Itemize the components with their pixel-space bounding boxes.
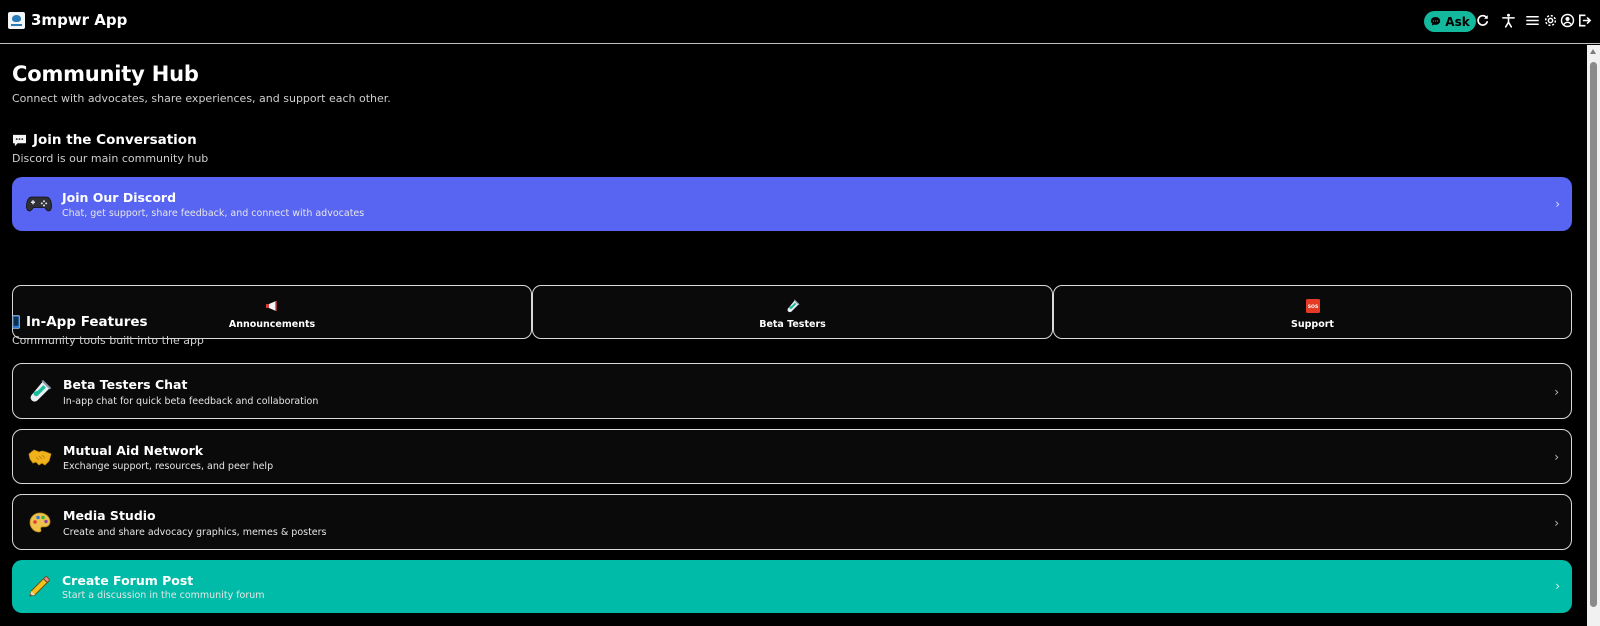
ask-button[interactable]: Ask xyxy=(1424,11,1476,32)
discord-card-description: Chat, get support, share feedback, and c… xyxy=(62,208,365,219)
feature-card-description: Create and share advocacy graphics, meme… xyxy=(63,527,327,538)
accessibility-icon[interactable] xyxy=(1500,12,1516,28)
top-bar: 3mpwr App Ask xyxy=(0,0,1600,44)
megaphone-icon xyxy=(264,299,280,313)
sos-icon: SOS xyxy=(1305,299,1321,313)
scroll-up-arrow-icon[interactable] xyxy=(1590,49,1596,54)
scrollbar[interactable] xyxy=(1587,45,1600,626)
channel-label: Beta Testers xyxy=(759,319,826,330)
features-section-title: In-App Features xyxy=(12,314,148,330)
feature-card-title: Media Studio xyxy=(63,508,156,523)
svg-text:SOS: SOS xyxy=(1307,304,1318,310)
conversation-title-text: Join the Conversation xyxy=(33,132,197,148)
refresh-icon[interactable] xyxy=(1474,12,1490,28)
forum-card-description: Start a discussion in the community foru… xyxy=(62,590,265,601)
forum-card-title: Create Forum Post xyxy=(62,573,194,588)
pencil-icon xyxy=(26,574,52,600)
page-title: Community Hub xyxy=(12,62,199,86)
chat-bubble-icon xyxy=(1431,17,1441,26)
brand[interactable]: 3mpwr App xyxy=(8,11,127,29)
feature-card-description: In-app chat for quick beta feedback and … xyxy=(63,396,319,407)
discord-card-title: Join Our Discord xyxy=(62,190,177,205)
scrollbar-thumb[interactable] xyxy=(1590,62,1597,607)
speech-bubble-icon xyxy=(13,134,26,146)
feature-card-description: Exchange support, resources, and peer he… xyxy=(63,461,274,472)
chevron-right-icon: › xyxy=(1555,579,1560,593)
menu-icon[interactable] xyxy=(1524,12,1540,28)
user-circle-icon[interactable] xyxy=(1559,12,1575,28)
game-controller-icon xyxy=(26,191,52,217)
feature-card-title: Mutual Aid Network xyxy=(63,443,204,458)
chevron-right-icon: › xyxy=(1554,516,1559,530)
palette-icon xyxy=(27,510,53,536)
test-tube-icon xyxy=(785,299,801,313)
conversation-section-title: Join the Conversation xyxy=(12,132,197,148)
main-content: Community Hub Connect with advocates, sh… xyxy=(0,45,1587,626)
channel-beta-testers[interactable]: Beta Testers xyxy=(532,285,1053,339)
conversation-subtitle: Discord is our main community hub xyxy=(12,152,209,165)
channel-announcements[interactable]: Announcements xyxy=(12,285,532,339)
chevron-right-icon: › xyxy=(1554,450,1559,464)
chevron-right-icon: › xyxy=(1554,385,1559,399)
test-tube-icon xyxy=(27,378,53,404)
feature-card-mutual-aid-network[interactable]: Mutual Aid Network Exchange support, res… xyxy=(12,429,1572,484)
gear-icon[interactable] xyxy=(1542,12,1558,28)
channel-label: Support xyxy=(1291,319,1334,330)
chevron-right-icon: › xyxy=(1555,197,1560,211)
app-title: 3mpwr App xyxy=(31,11,128,29)
create-forum-post-card[interactable]: Create Forum Post Start a discussion in … xyxy=(12,560,1572,613)
feature-card-title: Beta Testers Chat xyxy=(63,377,188,392)
handshake-icon xyxy=(27,444,53,470)
features-title-text: In-App Features xyxy=(26,314,148,330)
page-subtitle: Connect with advocates, share experience… xyxy=(12,92,391,105)
features-subtitle: Community tools built into the app xyxy=(12,334,204,347)
ask-button-label: Ask xyxy=(1445,14,1470,29)
channel-support[interactable]: SOS Support xyxy=(1053,285,1572,339)
app-logo-icon xyxy=(8,11,25,29)
logout-icon[interactable] xyxy=(1576,12,1592,28)
mobile-phone-icon xyxy=(12,315,20,329)
feature-card-beta-testers-chat[interactable]: Beta Testers Chat In-app chat for quick … xyxy=(12,363,1572,419)
feature-card-media-studio[interactable]: Media Studio Create and share advocacy g… xyxy=(12,494,1572,550)
join-discord-card[interactable]: Join Our Discord Chat, get support, shar… xyxy=(12,177,1572,231)
